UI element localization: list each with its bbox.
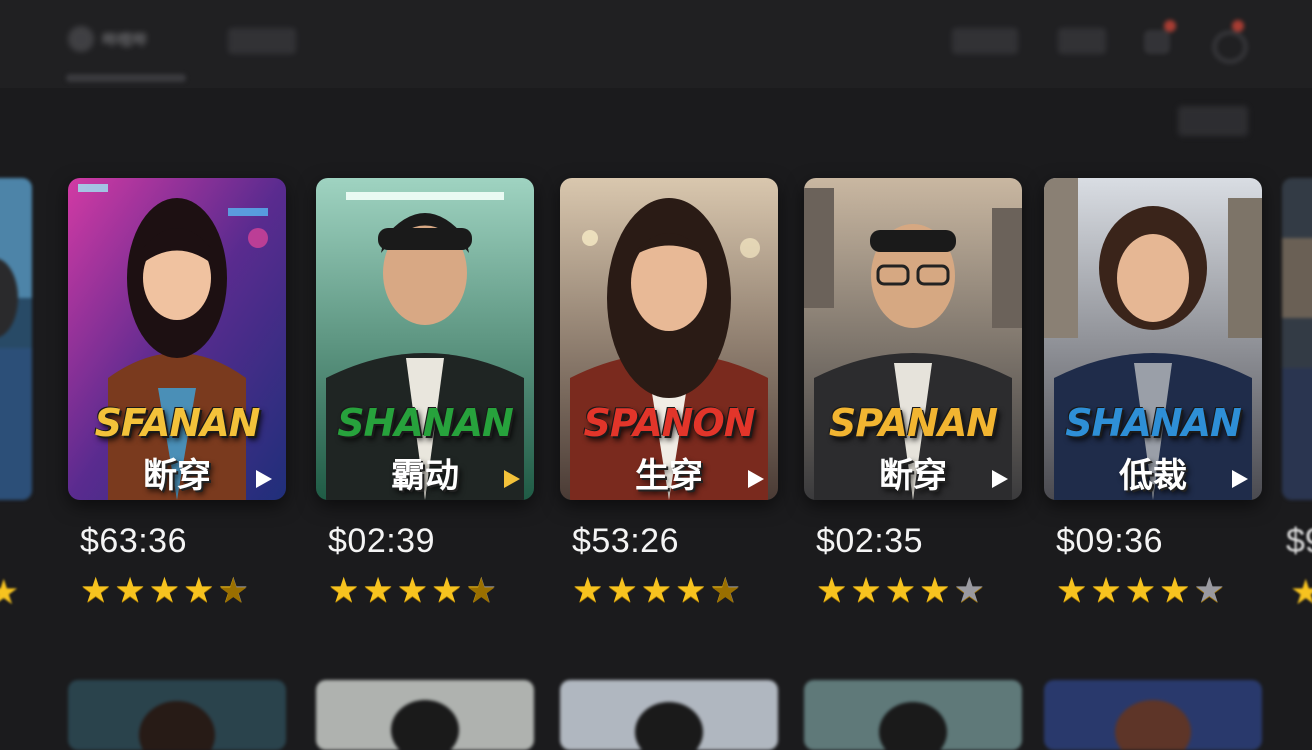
star-half-icon: ★ (709, 571, 741, 610)
card-thumbnail[interactable] (68, 680, 286, 750)
star-icon: ★ (431, 571, 463, 610)
video-row-2 (0, 680, 1312, 750)
logo-icon (68, 26, 94, 52)
star-icon: ★ (80, 571, 112, 610)
sort-button[interactable] (1178, 106, 1248, 136)
video-card[interactable]: SPANAN 断穿 $02:35 ★ ★ ★ ★ ★ (804, 178, 1022, 608)
notification-dot (1164, 20, 1176, 32)
card-price: $02:35 (816, 522, 923, 560)
card-thumbnail[interactable]: SPANON 生穿 (560, 178, 778, 500)
play-icon[interactable] (992, 470, 1008, 488)
card-thumbnail[interactable]: SHANAN 霸动 (316, 178, 534, 500)
rating-stars: ★ ★ ★ ★ ★ (328, 573, 534, 608)
rating-stars: ★ ★ ★ ★ ★ (1056, 573, 1262, 608)
rating-stars: ★ ★ ★ ★ ★ (572, 573, 778, 608)
play-icon[interactable] (1232, 470, 1248, 488)
star-icon: ★ (850, 571, 882, 610)
star-icon: ★ (328, 571, 360, 610)
search-button[interactable] (952, 28, 1018, 54)
card-subtitle: 生穿 (635, 456, 703, 496)
star-icon: ★ (1090, 571, 1122, 610)
card-subtitle: 断穿 (879, 456, 947, 496)
rating-stars: ★ ★ ★ ★ ★ (80, 573, 286, 608)
video-card[interactable]: SFANAN 断穿 $63:36 ★ ★ ★ ★ ★ (68, 178, 286, 608)
play-icon[interactable] (504, 470, 520, 488)
card-thumbnail[interactable]: SHANAN 低裁 (1044, 178, 1262, 500)
play-icon[interactable] (748, 470, 764, 488)
star-half-icon: ★ (217, 571, 249, 610)
card-title: SHANAN (337, 401, 514, 445)
card-price: $09:36 (1056, 522, 1163, 560)
video-card[interactable]: SHANAN 低裁 $09:36 ★ ★ ★ ★ ★ (1044, 178, 1262, 608)
card-price: $63:36 (80, 522, 187, 560)
card-thumbnail[interactable] (316, 680, 534, 750)
star-icon: ★ (148, 571, 181, 610)
star-icon: ★ (606, 571, 638, 610)
nav-tab[interactable] (228, 28, 296, 54)
star-half-icon: ★ (465, 571, 497, 610)
card-thumbnail-partial[interactable] (0, 178, 32, 500)
star-icon: ★ (816, 571, 848, 610)
card-price: $53:26 (572, 522, 679, 560)
star-icon: ★ (1159, 571, 1191, 610)
video-card[interactable]: SHANAN 霸动 $02:39 ★ ★ ★ ★ ★ (316, 178, 534, 608)
card-subtitle: 低裁 (1119, 456, 1187, 496)
star-icon: ★ (640, 571, 673, 610)
card-title: SPANAN (828, 401, 998, 445)
rating-stars-partial: ★ (0, 573, 20, 612)
star-empty-icon: ★ (1193, 571, 1225, 610)
card-thumbnail[interactable] (1044, 680, 1262, 750)
rating-stars-partial: ★ (1290, 573, 1312, 612)
star-icon: ★ (675, 571, 707, 610)
card-thumbnail[interactable] (804, 680, 1022, 750)
active-tab-indicator (66, 74, 186, 82)
card-thumbnail[interactable]: SPANAN 断穿 (804, 178, 1022, 500)
star-icon: ★ (1056, 571, 1088, 610)
star-icon: ★ (183, 571, 215, 610)
card-thumbnail[interactable]: SFANAN 断穿 (68, 178, 286, 500)
star-icon: ★ (884, 571, 917, 610)
play-icon[interactable] (256, 470, 272, 488)
bell-icon[interactable] (1140, 20, 1176, 58)
video-row: ★ SFANAN 断穿 $63:36 ★ ★ ★ ★ ★ SHANAN 霸动 $… (0, 178, 1312, 618)
card-thumbnail[interactable] (560, 680, 778, 750)
card-price-partial: $9 (1286, 522, 1312, 560)
star-icon: ★ (362, 571, 394, 610)
video-card[interactable]: SPANON 生穿 $53:26 ★ ★ ★ ★ ★ (560, 178, 778, 608)
star-icon: ★ (114, 571, 146, 610)
card-subtitle: 霸动 (391, 456, 459, 496)
card-price: $02:39 (328, 522, 435, 560)
menu-button[interactable] (1058, 28, 1106, 54)
star-icon: ★ (1124, 571, 1157, 610)
star-icon: ★ (919, 571, 951, 610)
logo-text: 哔哩哔 (102, 31, 148, 49)
star-empty-icon: ★ (953, 571, 985, 610)
star-icon: ★ (396, 571, 429, 610)
notification-dot (1232, 20, 1244, 32)
gear-icon[interactable] (1208, 20, 1248, 64)
card-subtitle: 断穿 (143, 456, 211, 496)
card-title: SFANAN (94, 401, 261, 445)
card-thumbnail-partial[interactable] (1282, 178, 1312, 500)
logo[interactable]: 哔哩哔 (68, 26, 147, 52)
rating-stars: ★ ★ ★ ★ ★ (816, 573, 1022, 608)
star-icon: ★ (572, 571, 604, 610)
top-bar: 哔哩哔 (0, 0, 1312, 88)
card-title: SHANAN (1065, 401, 1242, 445)
card-title: SPANON (583, 401, 755, 445)
